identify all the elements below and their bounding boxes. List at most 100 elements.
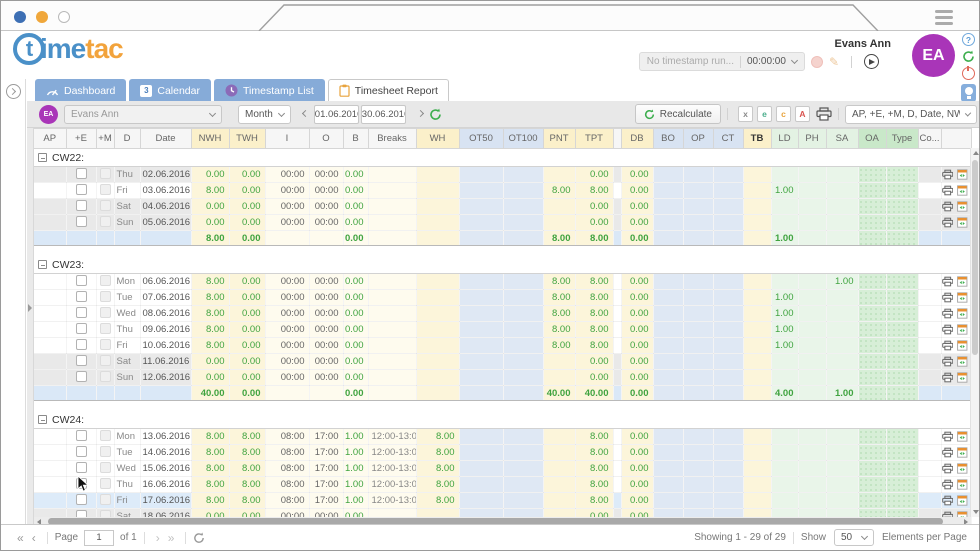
- timesheet-row[interactable]: Sat04.06.20160.000.0000:0000:000.000.000…: [34, 199, 971, 215]
- scroll-up-icon[interactable]: [973, 151, 979, 155]
- lightbulb-icon[interactable]: [961, 84, 976, 102]
- printer-icon[interactable]: [942, 292, 953, 303]
- row-checkbox[interactable]: [76, 430, 87, 441]
- tab-dashboard[interactable]: Dashboard: [35, 79, 126, 101]
- calendar-export-icon[interactable]: [957, 463, 968, 474]
- row-checkbox[interactable]: [76, 275, 87, 286]
- row-checkbox[interactable]: [76, 339, 87, 350]
- printer-icon[interactable]: [942, 479, 953, 490]
- printer-icon[interactable]: [942, 340, 953, 351]
- column-header-breaks[interactable]: Breaks: [368, 129, 416, 149]
- printer-icon[interactable]: [942, 308, 953, 319]
- calendar-export-icon[interactable]: [957, 185, 968, 196]
- date-to-input[interactable]: [361, 105, 406, 124]
- panel-handle-icon[interactable]: [28, 304, 32, 312]
- timesheet-row[interactable]: Mon13.06.20168.008.0008:0017:001.0012:00…: [34, 429, 971, 445]
- row-checkbox[interactable]: [76, 371, 87, 382]
- row-checkbox[interactable]: [76, 184, 87, 195]
- row-checkbox[interactable]: [76, 168, 87, 179]
- page-size-select[interactable]: 50: [834, 529, 874, 546]
- next-period-button[interactable]: [406, 113, 429, 116]
- printer-icon[interactable]: [942, 372, 953, 383]
- pdf-export-icon[interactable]: A: [795, 106, 810, 122]
- timesheet-row[interactable]: Mon06.06.20168.000.0000:0000:000.008.008…: [34, 274, 971, 290]
- scroll-down-icon[interactable]: [973, 510, 979, 514]
- calendar-export-icon[interactable]: [957, 308, 968, 319]
- calendar-export-icon[interactable]: [957, 447, 968, 458]
- row-checkbox[interactable]: [76, 323, 87, 334]
- calendar-export-icon[interactable]: [957, 340, 968, 351]
- printer-icon[interactable]: [942, 201, 953, 212]
- calendar-export-icon[interactable]: [957, 276, 968, 287]
- power-icon[interactable]: [962, 67, 975, 80]
- chevron-down-icon[interactable]: [791, 57, 798, 64]
- timesheet-row[interactable]: Wed08.06.20168.000.0000:0000:000.008.008…: [34, 306, 971, 322]
- column-header-+m[interactable]: +M: [96, 129, 114, 149]
- timesheet-row[interactable]: Wed15.06.20168.008.0008:0017:001.0012:00…: [34, 461, 971, 477]
- column-header-d[interactable]: D: [114, 129, 140, 149]
- column-header-tb[interactable]: TB: [743, 129, 771, 149]
- window-control-icon[interactable]: [14, 11, 26, 23]
- printer-icon[interactable]: [942, 447, 953, 458]
- print-button[interactable]: [816, 107, 832, 121]
- calendar-export-icon[interactable]: [957, 479, 968, 490]
- prev-period-button[interactable]: [291, 113, 314, 116]
- printer-icon[interactable]: [942, 276, 953, 287]
- calendar-export-icon[interactable]: [957, 356, 968, 367]
- tab-calendar[interactable]: 3 Calendar: [129, 79, 211, 101]
- column-header-ld[interactable]: LD: [771, 129, 798, 149]
- column-header-o[interactable]: O: [309, 129, 343, 149]
- column-header-oa[interactable]: OA: [858, 129, 886, 149]
- timesheet-row[interactable]: Thu16.06.20168.008.0008:0017:001.0012:00…: [34, 477, 971, 493]
- reload-icon[interactable]: [962, 50, 975, 63]
- calendar-export-icon[interactable]: [957, 431, 968, 442]
- column-header-i[interactable]: I: [265, 129, 309, 149]
- printer-icon[interactable]: [942, 463, 953, 474]
- window-control-icon[interactable]: [36, 11, 48, 23]
- help-icon[interactable]: ?: [962, 33, 975, 46]
- calendar-export-icon[interactable]: [957, 169, 968, 180]
- xls-export-icon[interactable]: x: [738, 106, 753, 122]
- printer-icon[interactable]: [942, 495, 953, 506]
- recalculate-button[interactable]: Recalculate: [635, 104, 721, 124]
- column-header-b[interactable]: B: [343, 129, 368, 149]
- timesheet-row[interactable]: Sun05.06.20160.000.0000:0000:000.000.000…: [34, 215, 971, 231]
- column-header-pnt[interactable]: PNT: [543, 129, 575, 149]
- scrollbar-thumb[interactable]: [972, 160, 978, 355]
- timesheet-row[interactable]: Fri03.06.20168.000.0000:0000:000.008.008…: [34, 183, 971, 199]
- row-checkbox[interactable]: [76, 462, 87, 473]
- timesheet-row[interactable]: Fri10.06.20168.000.0000:0000:000.008.008…: [34, 338, 971, 354]
- timesheet-row[interactable]: Tue14.06.20168.008.0008:0017:001.0012:00…: [34, 445, 971, 461]
- period-select[interactable]: Month: [238, 105, 291, 124]
- last-page-button[interactable]: »: [164, 531, 179, 545]
- column-header-wh[interactable]: WH: [416, 129, 459, 149]
- refresh-icon[interactable]: [193, 532, 205, 544]
- timesheet-row[interactable]: Sun12.06.20160.000.0000:0000:000.000.000…: [34, 370, 971, 386]
- play-button[interactable]: [864, 54, 879, 69]
- page-number-input[interactable]: [84, 530, 114, 546]
- column-header-ct[interactable]: CT: [713, 129, 743, 149]
- row-checkbox[interactable]: [76, 216, 87, 227]
- window-control-icon[interactable]: [58, 11, 70, 23]
- next-page-button[interactable]: ›: [152, 531, 164, 545]
- column-header-bo[interactable]: BO: [653, 129, 683, 149]
- column-header-ap[interactable]: AP: [34, 129, 66, 149]
- calendar-export-icon[interactable]: [957, 217, 968, 228]
- calendar-export-icon[interactable]: [957, 292, 968, 303]
- row-checkbox[interactable]: [76, 291, 87, 302]
- column-header-type[interactable]: Type: [886, 129, 918, 149]
- refresh-icon[interactable]: [429, 108, 442, 121]
- avatar[interactable]: EA: [912, 34, 955, 77]
- column-header-twh[interactable]: TWH: [229, 129, 265, 149]
- user-select[interactable]: Evans Ann: [64, 105, 222, 124]
- tab-timestamp-list[interactable]: Timestamp List: [214, 79, 325, 101]
- row-checkbox[interactable]: [76, 200, 87, 211]
- column-header-op[interactable]: OP: [683, 129, 713, 149]
- column-header-tpt[interactable]: TPT: [575, 129, 613, 149]
- column-header-+e[interactable]: +E: [66, 129, 96, 149]
- vertical-scrollbar[interactable]: [970, 148, 979, 517]
- date-from-input[interactable]: [314, 105, 359, 124]
- column-header-ot100[interactable]: OT100: [503, 129, 543, 149]
- row-checkbox[interactable]: [76, 494, 87, 505]
- timesheet-row[interactable]: Sat11.06.20160.000.0000:0000:000.000.000…: [34, 354, 971, 370]
